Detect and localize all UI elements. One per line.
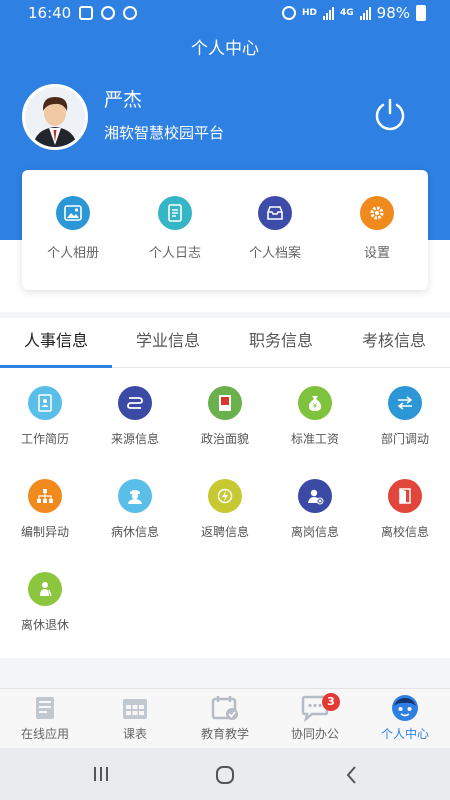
signal-icon-2 [359,6,371,20]
home-icon[interactable] [214,764,236,790]
system-navigation-bar [0,748,450,800]
transfer-arrows-icon [388,386,422,420]
nav-label: 个人中心 [380,727,429,741]
grid-item-source[interactable]: 来源信息 [90,386,180,447]
nav-timetable[interactable]: 课表 [90,693,180,742]
rehire-bolt-icon [208,479,242,513]
status-time: 16:40 [28,4,72,22]
alarm-notification-icon [123,6,138,20]
quick-action-label: 设置 [363,246,390,261]
retiree-icon [28,572,62,606]
user-organization: 湘软智慧校园平台 [104,124,225,142]
unread-badge: 3 [322,693,340,711]
status-bar: 16:40 HD 4G 98% [0,0,450,28]
archive-tray-icon [258,196,292,230]
resume-icon [28,386,62,420]
signal-icon [323,6,334,20]
tab-position[interactable]: 职务信息 [225,318,337,368]
grid-item-retirement[interactable]: 离休退休 [0,572,90,633]
notebook-icon [158,196,192,230]
recent-apps-icon[interactable] [90,764,112,788]
user-name: 严杰 [104,89,143,111]
calendar-check-icon [180,693,270,723]
grid-item-leave-school[interactable]: 离校信息 [360,479,450,540]
quick-action-label: 个人日志 [148,246,201,261]
battery-percent: 98% [376,4,410,22]
quick-action-label: 个人档案 [248,246,301,261]
user-remove-icon [298,479,332,513]
grid-item-label: 离校信息 [380,525,429,539]
grid-item-transfer[interactable]: 部门调动 [360,386,450,447]
grid-item-label: 返聘信息 [200,525,249,539]
info-tabs: 人事信息 学业信息 职务信息 考核信息 [0,318,450,368]
quick-action-label: 个人相册 [46,246,99,261]
tab-assessment[interactable]: 考核信息 [338,318,450,368]
timetable-icon [90,693,180,723]
grid-item-label: 部门调动 [380,432,429,446]
avatar[interactable] [22,84,88,150]
svg-text:¥: ¥ [313,402,318,410]
nav-label: 课表 [122,727,147,741]
scroll-icon [0,693,90,723]
quick-action-album[interactable]: 个人相册 [23,196,123,261]
grid-item-label: 编制异动 [20,525,69,539]
grid-item-label: 离岗信息 [290,525,339,539]
nav-education[interactable]: 教育教学 [180,693,270,742]
grid-item-label: 来源信息 [110,432,159,446]
tab-personnel[interactable]: 人事信息 [0,318,112,368]
network-hd: HD [301,8,317,18]
money-bag-icon: ¥ [298,386,332,420]
gear-icon [360,196,394,230]
grid-item-label: 离休退休 [20,618,69,632]
grid-item-label: 政治面貌 [200,432,249,446]
grid-item-salary[interactable]: ¥ 标准工资 [270,386,360,447]
profile-face-icon [360,693,450,723]
grid-item-sick-leave[interactable]: 病休信息 [90,479,180,540]
personnel-grid: 工作简历 来源信息 政治面貌 ¥ 标准工资 部门调动 编制异动 病休信息 返聘信… [0,368,450,658]
alarm-icon [281,6,296,20]
grid-item-label: 病休信息 [110,525,159,539]
gallery-notification-icon [79,6,94,20]
quick-action-journal[interactable]: 个人日志 [125,196,225,261]
grid-item-rehire[interactable]: 返聘信息 [180,479,270,540]
battery-icon [416,5,426,21]
power-icon[interactable] [372,96,408,132]
tab-academic[interactable]: 学业信息 [112,318,224,368]
page-title: 个人中心 [191,39,259,59]
grid-item-political[interactable]: 政治面貌 [180,386,270,447]
nav-label: 教育教学 [200,727,249,741]
grid-item-work-resume[interactable]: 工作简历 [0,386,90,447]
bottom-navigation: 在线应用 课表 教育教学 3 协同办公 个人中心 [0,688,450,748]
grid-item-label: 标准工资 [290,432,339,446]
quick-actions-card: 个人相册 个人日志 个人档案 设置 [22,170,428,290]
party-book-icon [208,386,242,420]
network-type: 4G [340,8,354,18]
exit-door-icon [388,479,422,513]
grid-item-leave-post[interactable]: 离岗信息 [270,479,360,540]
image-icon [56,196,90,230]
nav-personal-center[interactable]: 个人中心 [360,693,450,742]
nav-label: 协同办公 [290,727,339,741]
route-icon [118,386,152,420]
grid-item-label: 工作简历 [20,432,69,446]
nav-label: 在线应用 [20,727,69,741]
grid-item-staffing[interactable]: 编制异动 [0,479,90,540]
nav-collaboration[interactable]: 3 协同办公 [270,693,360,742]
org-chart-icon [28,479,62,513]
back-icon[interactable] [342,764,362,790]
nurse-icon [118,479,152,513]
quick-action-archive[interactable]: 个人档案 [225,196,325,261]
app-notification-icon [101,6,116,20]
quick-action-settings[interactable]: 设置 [327,196,427,261]
nav-online-apps[interactable]: 在线应用 [0,693,90,742]
chat-icon: 3 [270,693,360,723]
